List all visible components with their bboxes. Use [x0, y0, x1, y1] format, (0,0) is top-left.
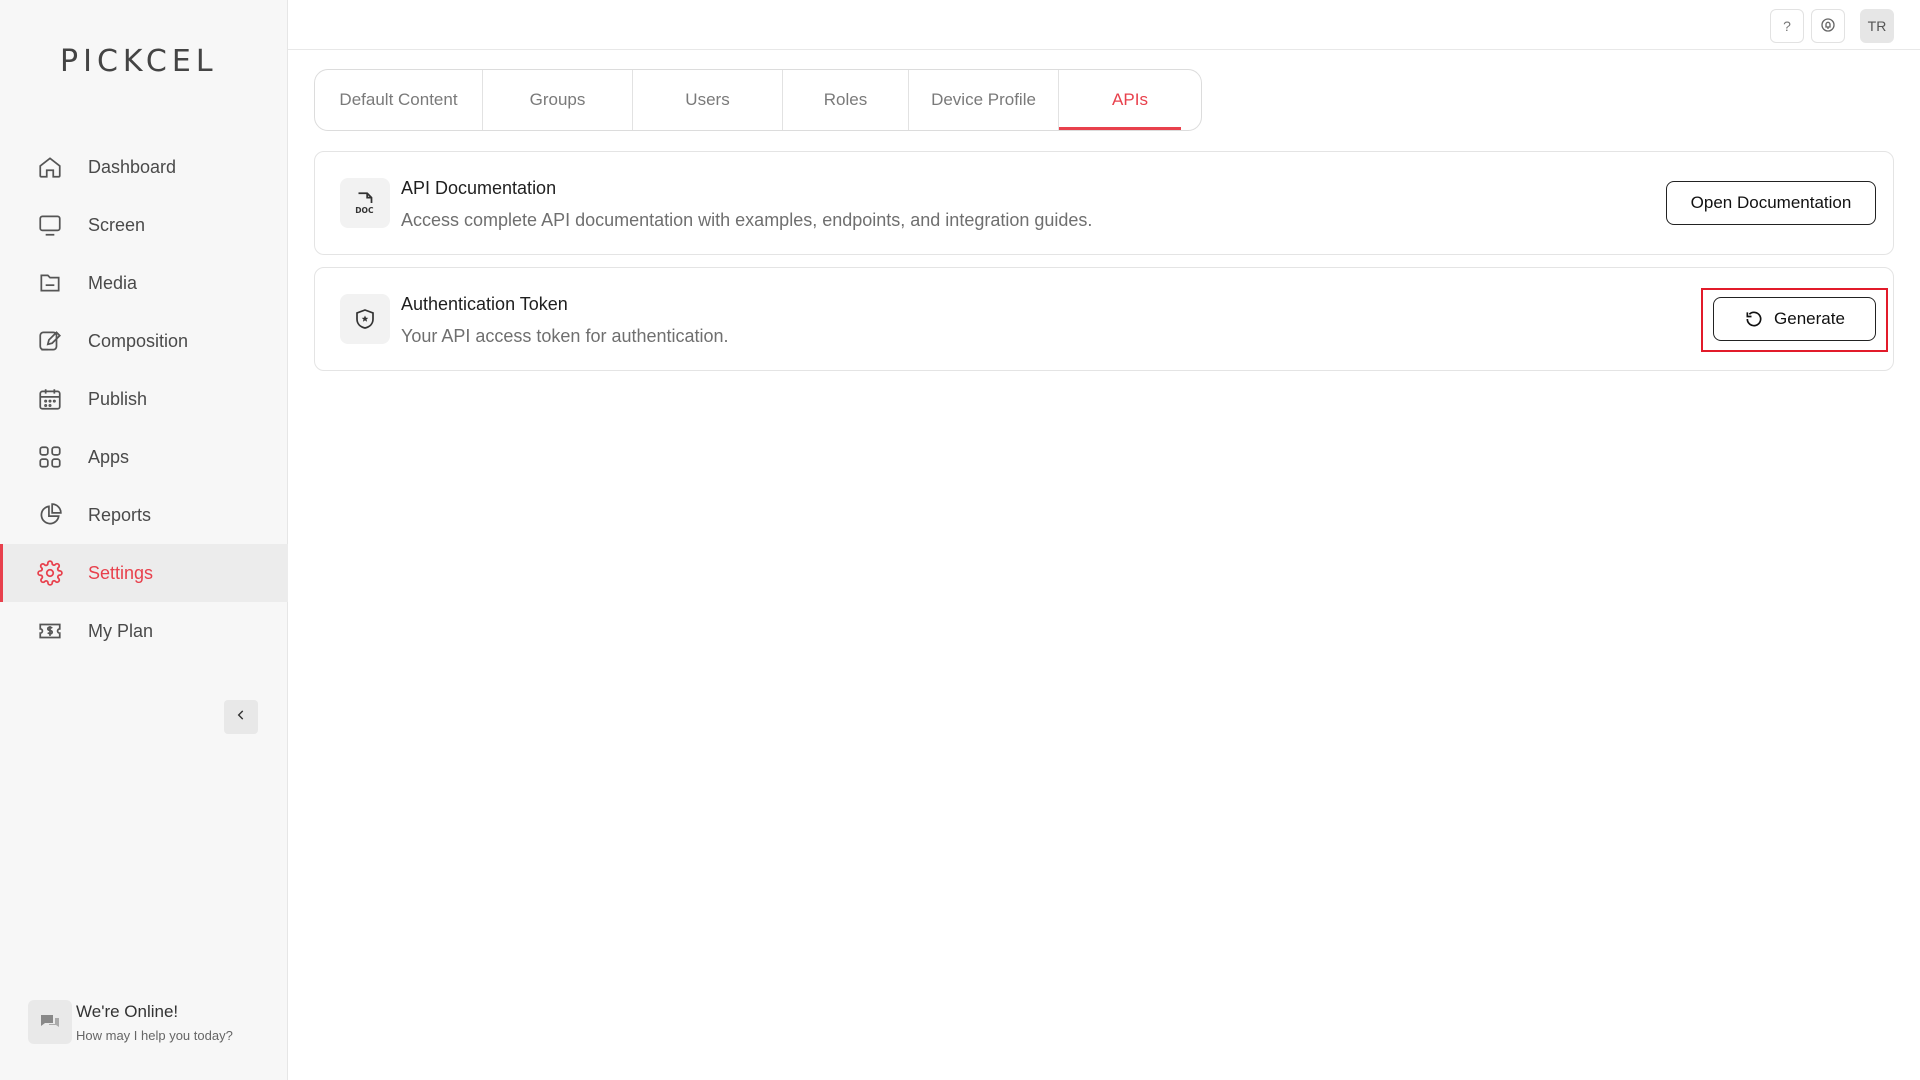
sidebar-item-label: Screen [88, 214, 146, 235]
tab-default-content[interactable]: Default Content [315, 70, 483, 130]
sidebar: PICKCEL Dashboard Screen Media Compositi… [0, 0, 288, 1080]
sidebar-item-label: Apps [88, 446, 130, 467]
sidebar-item-label: Publish [88, 388, 148, 409]
sidebar-item-label: Composition [88, 330, 189, 351]
sidebar-item-reports[interactable]: Reports [0, 486, 288, 544]
sidebar-nav: Dashboard Screen Media Composition Publi… [0, 138, 288, 660]
home-icon [36, 153, 64, 181]
bell-icon [1820, 17, 1836, 36]
api-documentation-title: API Documentation [401, 178, 557, 198]
topbar: ? TR [288, 0, 1920, 50]
sidebar-item-publish[interactable]: Publish [0, 370, 288, 428]
edit-icon [36, 327, 64, 355]
api-documentation-card: DOC API Documentation Access complete AP… [314, 151, 1894, 255]
sidebar-item-dashboard[interactable]: Dashboard [0, 138, 288, 196]
monitor-icon [36, 211, 64, 239]
dollar-ticket-icon [36, 617, 64, 645]
notifications-button[interactable] [1811, 9, 1845, 43]
tab-device-profile[interactable]: Device Profile [909, 70, 1059, 130]
sidebar-item-settings[interactable]: Settings [0, 544, 288, 602]
settings-tabs: Default Content Groups Users Roles Devic… [314, 69, 1202, 131]
chat-title: We're Online! [76, 1001, 179, 1021]
api-documentation-description: Access complete API documentation with e… [401, 210, 1093, 230]
gear-icon [36, 559, 64, 587]
generate-button-label: Generate [1774, 309, 1845, 328]
authentication-token-description: Your API access token for authentication… [401, 326, 729, 346]
doc-file-icon: DOC [340, 178, 390, 228]
refresh-icon [1744, 309, 1764, 329]
tab-users[interactable]: Users [633, 70, 783, 130]
tab-roles[interactable]: Roles [783, 70, 909, 130]
chat-bubble-icon [28, 1000, 72, 1044]
authentication-token-card: Authentication Token Your API access tok… [314, 267, 1894, 371]
sidebar-item-media[interactable]: Media [0, 254, 288, 312]
avatar-initials: TR [1867, 18, 1887, 34]
svg-text:DOC: DOC [355, 206, 374, 215]
calendar-icon [36, 385, 64, 413]
pie-chart-icon [36, 501, 64, 529]
folder-icon [36, 269, 64, 297]
sidebar-collapse-button[interactable] [224, 700, 258, 734]
sidebar-item-label: Settings [88, 562, 154, 583]
sidebar-item-screen[interactable]: Screen [0, 196, 288, 254]
app-root: PICKCEL Dashboard Screen Media Compositi… [0, 0, 1920, 1080]
sidebar-item-label: Reports [88, 504, 152, 525]
tab-apis[interactable]: APIs [1059, 70, 1201, 130]
sidebar-item-label: Dashboard [88, 156, 177, 177]
chat-text: We're Online! How may I help you today? [76, 1002, 233, 1043]
sidebar-item-apps[interactable]: Apps [0, 428, 288, 486]
generate-token-button[interactable]: Generate [1713, 297, 1876, 341]
authentication-token-title: Authentication Token [401, 294, 568, 314]
chat-widget[interactable]: We're Online! How may I help you today? [28, 1000, 233, 1044]
tab-groups[interactable]: Groups [483, 70, 633, 130]
chevron-left-icon [234, 708, 248, 727]
sidebar-item-label: Media [88, 272, 138, 293]
sidebar-item-composition[interactable]: Composition [0, 312, 288, 370]
sidebar-item-my-plan[interactable]: My Plan [0, 602, 288, 660]
chat-subtitle: How may I help you today? [76, 1027, 233, 1043]
shield-star-icon [340, 294, 390, 344]
brand-logo: PICKCEL [60, 44, 218, 79]
open-documentation-button[interactable]: Open Documentation [1666, 181, 1876, 225]
grid-icon [36, 443, 64, 471]
sidebar-item-label: My Plan [88, 620, 154, 641]
help-button[interactable]: ? [1770, 9, 1804, 43]
user-avatar[interactable]: TR [1860, 9, 1894, 43]
help-icon: ? [1783, 18, 1791, 34]
